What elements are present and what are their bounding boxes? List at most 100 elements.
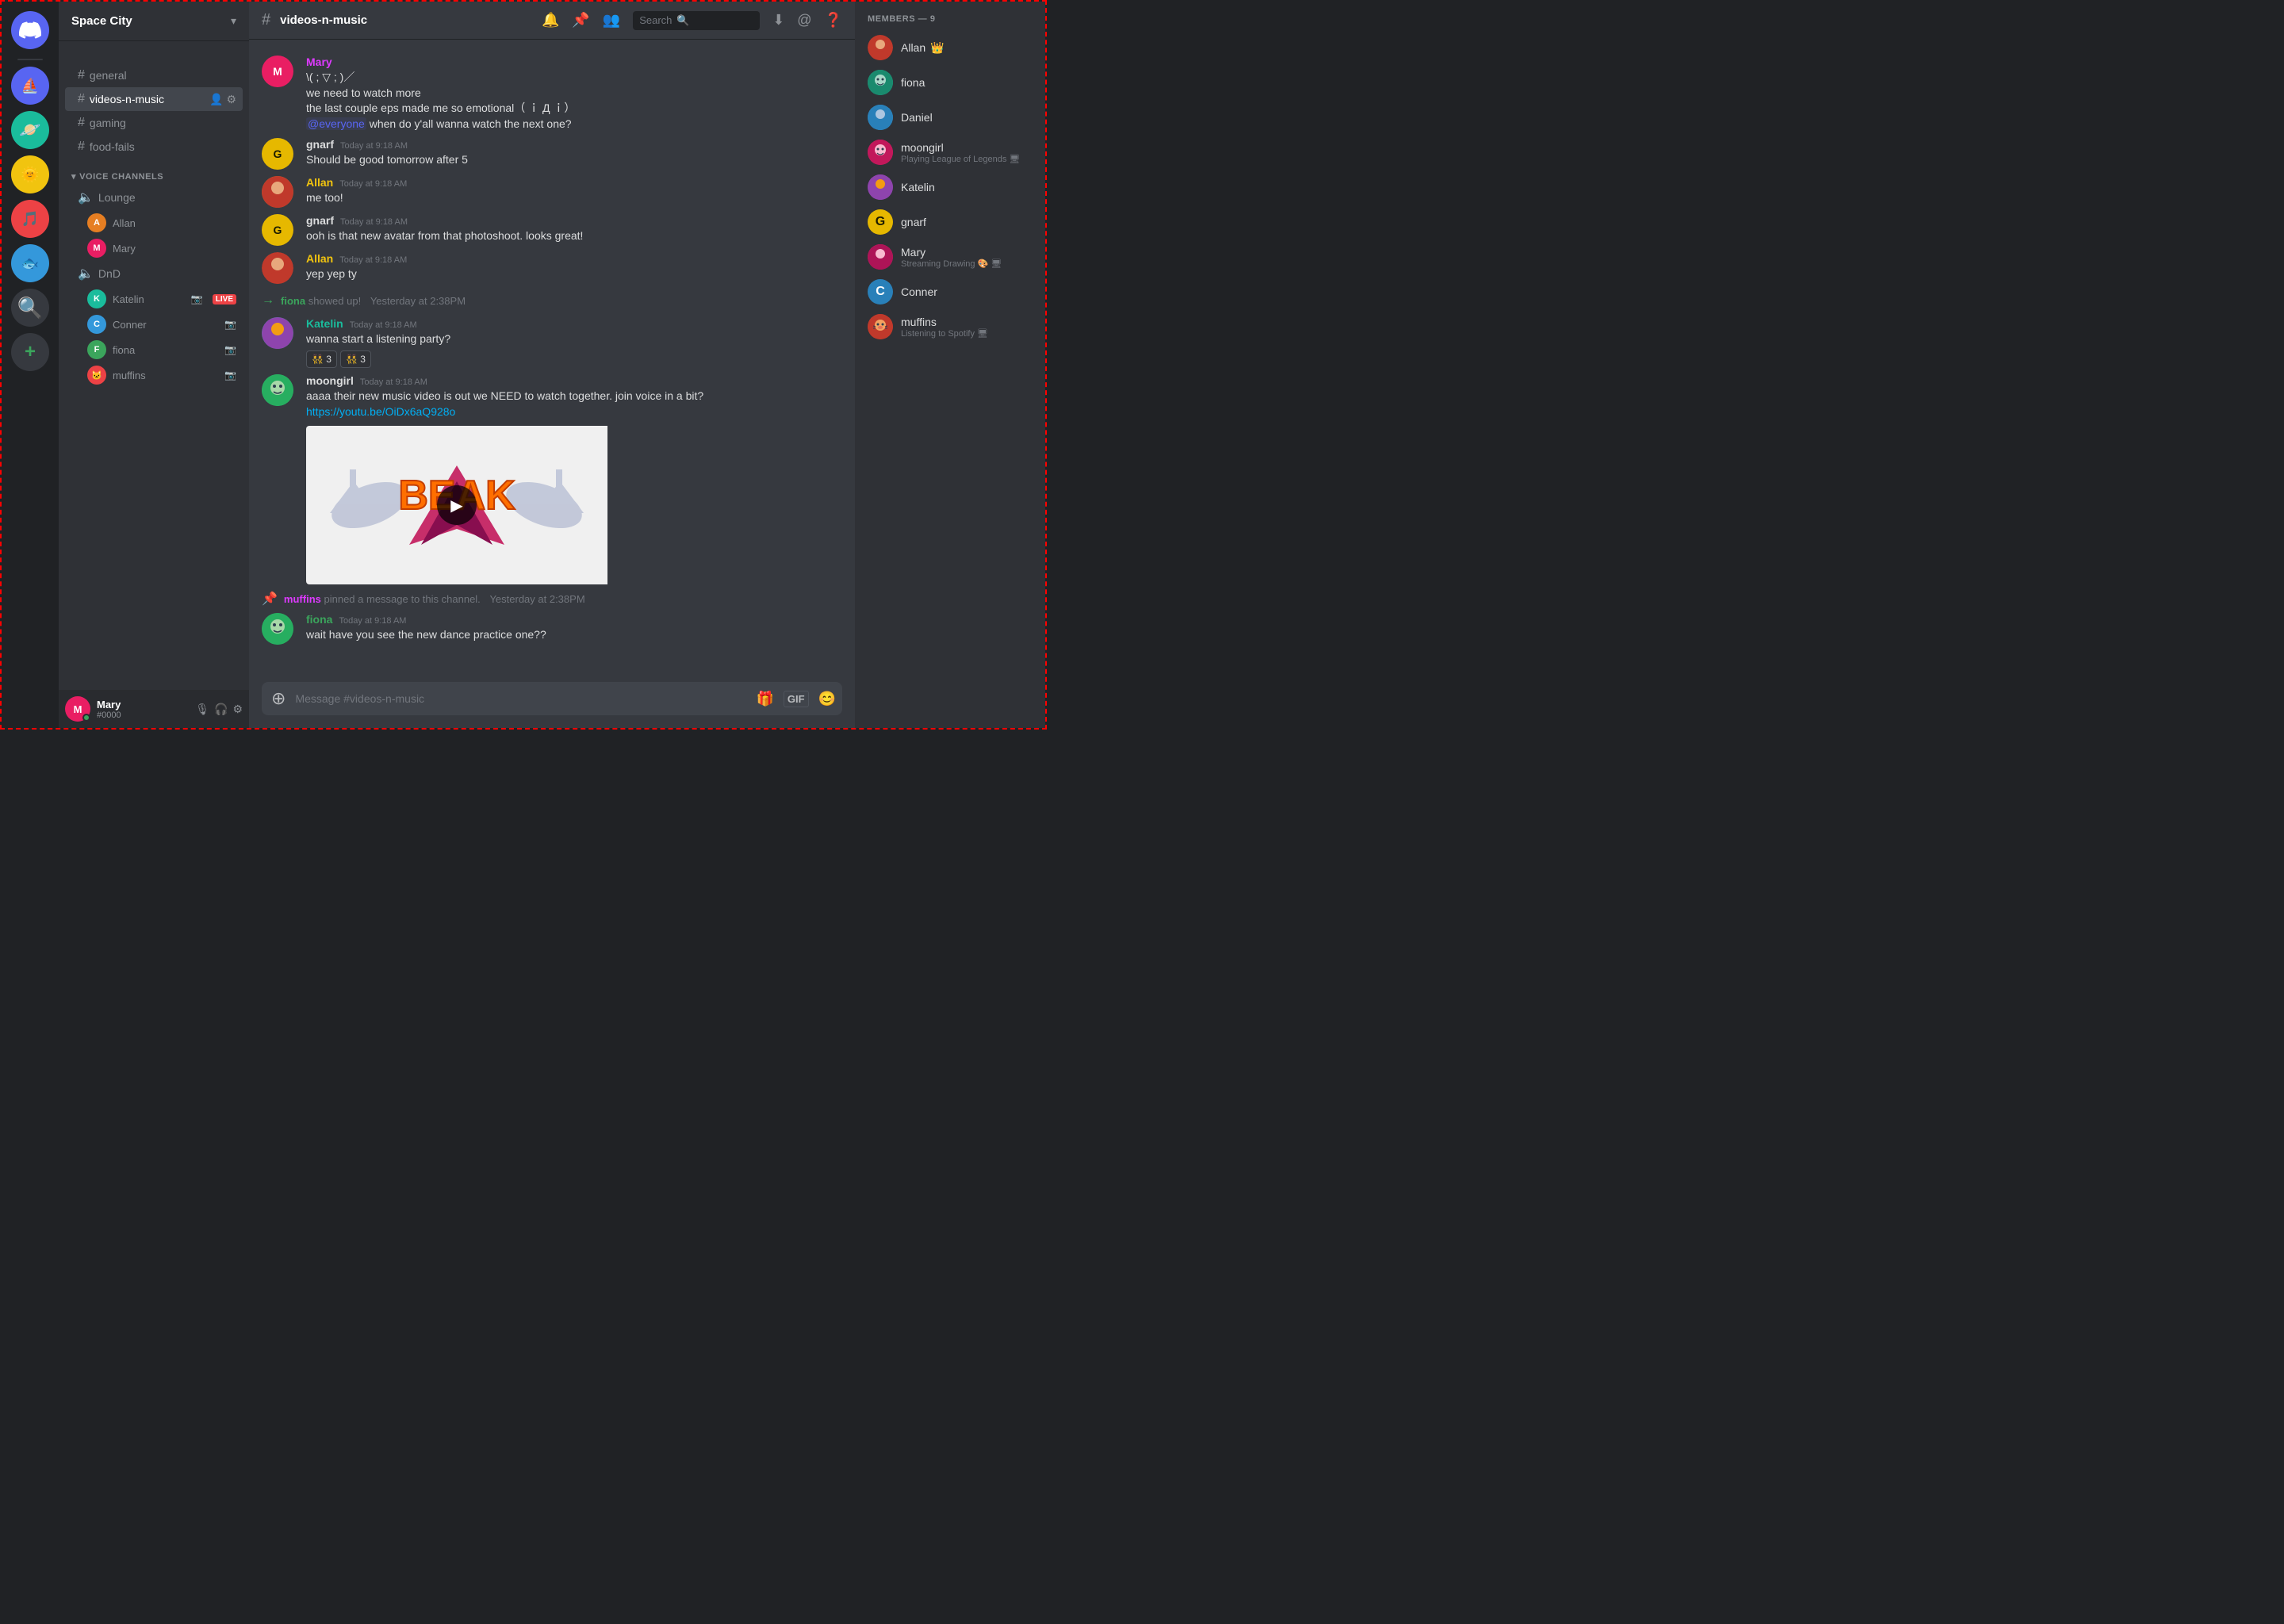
headphone-icon[interactable]: 🎧 [214,703,228,716]
message-author-allan1: Allan [306,176,333,189]
add-member-icon[interactable]: 👤 [209,93,223,106]
settings-icon[interactable]: ⚙ [226,93,236,106]
message-text-moongirl: aaaa their new music video is out we NEE… [306,389,842,404]
member-avatar-moongirl [868,140,893,165]
channel-name-food: food-fails [90,140,135,153]
member-info-allan: Allan 👑 [901,41,1033,55]
member-item-conner[interactable]: C Conner [861,274,1039,309]
avatar-katelin [262,317,293,349]
member-item-gnarf[interactable]: G gnarf [861,205,1039,239]
discord-home-button[interactable] [11,11,49,49]
search-box[interactable]: Search 🔍 [633,11,760,30]
pin-icon[interactable]: 📌 [572,12,589,29]
voice-member-name-mary: Mary [113,243,136,255]
server-icon-fish[interactable]: 🐟 [11,244,49,282]
user-discriminator: #0000 [97,710,189,720]
download-icon[interactable]: ⬇ [772,12,784,29]
voice-channel-dnd[interactable]: 🔈 DnD [65,261,243,286]
member-info-katelin: Katelin [901,181,1033,193]
member-item-allan[interactable]: Allan 👑 [861,30,1039,65]
member-name-allan: Allan 👑 [901,41,1033,55]
emoji-icon[interactable]: 😊 [818,691,836,707]
channel-videos-n-music[interactable]: # videos-n-music 👤 ⚙ [65,87,243,111]
member-info-daniel: Daniel [901,111,1033,124]
message-author-fiona2: fiona [306,613,332,626]
fiona-name-highlight: fiona [281,295,305,307]
message-content-gnarf1: gnarf Today at 9:18 AM Should be good to… [306,138,842,168]
at-icon[interactable]: @ [797,12,811,29]
channel-actions: 👤 ⚙ [209,93,236,106]
message-content-allan1: Allan Today at 9:18 AM me too! [306,176,842,206]
server-icon-boat[interactable]: ⛵ [11,67,49,105]
voice-avatar-fiona: F [87,340,106,359]
message-header-fiona2: fiona Today at 9:18 AM [306,613,842,626]
voice-member-conner[interactable]: C Conner 📷 [65,312,243,337]
member-item-daniel[interactable]: Daniel [861,100,1039,135]
message-text-allan1: me too! [306,190,842,206]
gift-icon[interactable]: 🎁 [756,691,773,707]
search-label: Search [639,14,672,26]
voice-avatar-muffins: 🐱 [87,366,106,385]
member-name-fiona: fiona [901,76,1033,89]
messages-container: M Mary \( ; ▽ ; )／ we need to watch more… [249,40,855,682]
voice-camera-icon-conner: 📷 [224,319,236,330]
reaction-2[interactable]: 👯 3 [340,350,371,368]
member-avatar-muffins [868,314,893,339]
explore-servers-button[interactable]: 🔍 [11,289,49,327]
member-avatar-gnarf: G [868,209,893,235]
channel-list: # general # videos-n-music 👤 ⚙ # gaming … [59,41,249,690]
channel-gaming[interactable]: # gaming [65,111,243,135]
help-icon[interactable]: ❓ [825,12,842,29]
member-item-katelin[interactable]: Katelin [861,170,1039,205]
channel-general[interactable]: # general [65,63,243,87]
reaction-1[interactable]: 👯 3 [306,350,337,368]
voice-member-fiona[interactable]: F fiona 📷 [65,337,243,362]
microphone-icon[interactable]: 🎙 [195,703,209,716]
member-item-muffins[interactable]: muffins Listening to Spotify 🖥 [861,309,1039,344]
avatar-gnarf: G [262,138,293,170]
gif-button[interactable]: GIF [784,691,809,707]
voice-member-name-katelin: Katelin [113,293,144,305]
voice-member-katelin[interactable]: K Katelin 📷 LIVE [65,286,243,312]
member-item-fiona[interactable]: fiona [861,65,1039,100]
video-link[interactable]: https://youtu.be/OiDx6aQ928o [306,405,455,418]
settings-cog-icon[interactable]: ⚙ [232,703,243,716]
add-server-button[interactable]: + [11,333,49,371]
server-icon-planet[interactable]: 🪐 [11,111,49,149]
message-content-gnarf2: gnarf Today at 9:18 AM ooh is that new a… [306,214,842,244]
voice-channel-lounge[interactable]: 🔈 Lounge [65,185,243,210]
message-text-gnarf2: ooh is that new avatar from that photosh… [306,228,842,244]
video-play-button[interactable]: ▶ [437,485,477,525]
voice-member-mary[interactable]: M Mary [65,236,243,261]
speaker-icon: 🔈 [78,190,94,205]
members-header: MEMBERS — 9 [861,14,1039,30]
member-avatar-daniel [868,105,893,130]
member-info-moongirl: moongirl Playing League of Legends 🖥 [901,141,1033,164]
crown-icon-allan: 👑 [930,41,944,54]
system-text-pin: muffins pinned a message to this channel… [284,593,585,605]
server-icon-music[interactable]: 🎵 [11,200,49,238]
member-name-muffins: muffins [901,316,1033,328]
members-icon[interactable]: 👥 [603,12,620,29]
message-header-allan1: Allan Today at 9:18 AM [306,176,842,189]
avatar-allan [262,176,293,208]
member-item-mary[interactable]: Mary Streaming Drawing 🎨 🖥 [861,239,1039,274]
member-item-moongirl[interactable]: moongirl Playing League of Legends 🖥 [861,135,1039,170]
voice-channel-name-lounge: Lounge [98,191,136,204]
system-message-fiona-join: → fiona showed up! Yesterday at 2:38PM [249,287,855,314]
server-icon-face[interactable]: 🌞 [11,155,49,193]
voice-member-muffins[interactable]: 🐱 muffins 📷 [65,362,243,388]
header-actions: 🔔 📌 👥 Search 🔍 ⬇ @ ❓ [542,11,842,30]
channel-food-fails[interactable]: # food-fails [65,135,243,159]
notification-bell-icon[interactable]: 🔔 [542,12,559,29]
user-avatar-wrap: M [65,696,90,722]
message-input[interactable] [295,683,749,714]
server-header[interactable]: Space City ▾ [59,2,249,41]
message-author-gnarf2: gnarf [306,214,334,227]
server-dropdown-icon: ▾ [231,14,236,28]
add-content-button[interactable]: ⊕ [268,682,289,715]
voice-member-allan[interactable]: A Allan [65,210,243,236]
message-header-gnarf1: gnarf Today at 9:18 AM [306,138,842,151]
message-group-katelin: Katelin Today at 9:18 AM wanna start a l… [249,314,855,371]
avatar-fiona2 [262,613,293,645]
